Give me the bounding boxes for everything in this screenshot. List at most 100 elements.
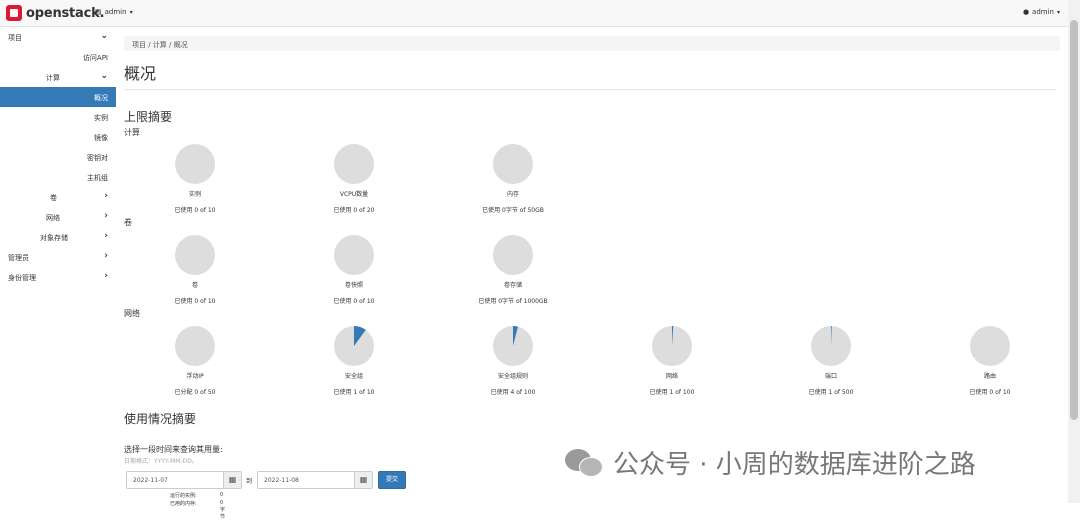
wechat-watermark: 公众号 · 小周的数据库进阶之路 xyxy=(565,444,976,481)
pie-label: 端口 xyxy=(824,373,837,380)
sidebar-item-object-store[interactable]: 对象存储 › xyxy=(0,227,116,247)
date-range-to-label: 到 xyxy=(246,478,253,485)
pie-background xyxy=(334,144,374,184)
sidebar-item-admin[interactable]: 管理员 › xyxy=(0,247,116,267)
sidebar-item-label: 对象存储 xyxy=(40,234,68,242)
sidebar-item-label: 计算 xyxy=(46,74,60,82)
sidebar-item-label: 网络 xyxy=(46,214,60,222)
calendar-icon[interactable]: ▦ xyxy=(223,472,241,488)
pie-chart xyxy=(811,326,851,366)
stat-active-instances: 运行的实例: 0 xyxy=(170,492,223,499)
pie-label: 卷快照 xyxy=(344,282,363,289)
page-scrollbar[interactable] xyxy=(1068,0,1080,503)
project-icon: ▤ xyxy=(95,8,102,16)
usage-summary-title: 使用情况摘要 xyxy=(124,412,197,426)
sidebar-item-overview[interactable]: 概况 xyxy=(0,87,116,107)
pie-chart xyxy=(493,326,533,366)
pie-usage: 已使用 1 of 10 xyxy=(333,389,375,396)
sidebar-item-label: 身份管理 xyxy=(8,274,36,282)
pie-label: 内存 xyxy=(506,191,519,198)
pie-usage: 已使用 1 of 500 xyxy=(808,389,854,396)
sidebar-item-server-groups[interactable]: 主机组 xyxy=(0,167,116,187)
pie-background xyxy=(970,326,1010,366)
pie-usage: 已使用 4 of 100 xyxy=(490,389,536,396)
sidebar-item-volumes[interactable]: 卷 › xyxy=(0,187,116,207)
sidebar-item-label: 主机组 xyxy=(87,174,108,182)
stat-active-ram: 已用的内存: 0字节 xyxy=(170,500,225,520)
sidebar-item-label: 实例 xyxy=(94,114,108,122)
project-selector[interactable]: ▤ admin ▾ xyxy=(95,8,133,16)
quota-pie-ram: 内存 已使用 0字节 of 50GB xyxy=(458,144,568,214)
pie-label: 浮动IP xyxy=(186,373,204,380)
sidebar-item-identity[interactable]: 身份管理 › xyxy=(0,267,116,287)
pie-chart xyxy=(175,235,215,275)
sidebar-item-instances[interactable]: 实例 xyxy=(0,107,116,127)
sidebar-item-label: 项目 xyxy=(8,34,22,42)
watermark-text: 公众号 · 小周的数据库进阶之路 xyxy=(613,450,976,480)
stat-label: 运行的实例: xyxy=(170,493,197,499)
pie-background xyxy=(175,235,215,275)
pie-label: VCPU数量 xyxy=(339,191,369,198)
quota-pie-networks: 网络 已使用 1 of 100 xyxy=(617,326,727,396)
scrollbar-thumb[interactable] xyxy=(1070,20,1078,420)
end-date-field[interactable]: 2022-11-08 ▦ xyxy=(257,471,373,489)
pie-usage: 已使用 0 of 10 xyxy=(333,298,375,305)
pie-background xyxy=(334,235,374,275)
breadcrumb[interactable]: 项目 / 计算 / 概况 xyxy=(124,36,1060,51)
sidebar-item-label: 管理员 xyxy=(8,254,29,262)
wechat-icon xyxy=(565,447,605,479)
pie-chart xyxy=(334,326,374,366)
user-icon: ● xyxy=(1022,8,1030,16)
group-title-volume: 卷 xyxy=(124,218,132,227)
sidebar-item-project[interactable]: 项目 ⌄ xyxy=(0,27,116,47)
sidebar-item-label: 镜像 xyxy=(94,134,108,142)
main-content: 项目 / 计算 / 概况 概况 上限摘要 计算 卷 网络 实例 已使用 0 of… xyxy=(124,27,1060,520)
pie-chart xyxy=(334,235,374,275)
quota-pie-vcpus: VCPU数量 已使用 0 of 20 xyxy=(299,144,409,214)
sidebar-item-network[interactable]: 网络 › xyxy=(0,207,116,227)
pie-label: 安全组 xyxy=(344,373,363,380)
sidebar-item-label: 密钥对 xyxy=(87,154,108,162)
sidebar-item-label: 访问API xyxy=(82,54,108,62)
end-date-value: 2022-11-08 xyxy=(264,477,299,484)
start-date-value: 2022-11-07 xyxy=(133,477,168,484)
group-title-compute: 计算 xyxy=(124,128,140,137)
calendar-icon[interactable]: ▦ xyxy=(354,472,372,488)
pie-label: 路由 xyxy=(983,373,996,380)
pie-chart xyxy=(334,144,374,184)
stat-label: 已用的内存: xyxy=(170,501,197,507)
usage-period-prompt: 选择一段时间来查询其用量: xyxy=(124,445,223,454)
user-menu[interactable]: ● admin ▾ xyxy=(1023,8,1060,16)
quota-pie-routers: 路由 已使用 0 of 10 xyxy=(935,326,1045,396)
top-navbar: openstack. ▤ admin ▾ ● admin ▾ xyxy=(0,0,1068,27)
caret-down-icon: ▾ xyxy=(129,8,133,16)
pie-chart xyxy=(652,326,692,366)
pie-background xyxy=(493,235,533,275)
caret-down-icon: ▾ xyxy=(1056,8,1060,16)
quota-pie-security-groups: 安全组 已使用 1 of 10 xyxy=(299,326,409,396)
sidebar-item-api-access[interactable]: 访问API xyxy=(0,47,116,67)
sidebar-item-key-pairs[interactable]: 密钥对 xyxy=(0,147,116,167)
quota-pie-volume-storage: 卷存储 已使用 0字节 of 1000GB xyxy=(458,235,568,305)
openstack-logo-icon xyxy=(6,5,22,21)
pie-usage: 已使用 0 of 10 xyxy=(969,389,1011,396)
start-date-field[interactable]: 2022-11-07 ▦ xyxy=(126,471,242,489)
page-title: 概况 xyxy=(124,64,157,83)
quota-pie-floating-ips: 浮动IP 已分配 0 of 50 xyxy=(140,326,250,396)
pie-background xyxy=(493,144,533,184)
quota-pie-instances: 实例 已使用 0 of 10 xyxy=(140,144,250,214)
sidebar-item-images[interactable]: 镜像 xyxy=(0,127,116,147)
quota-pie-volumes: 卷 已使用 0 of 10 xyxy=(140,235,250,305)
pie-chart xyxy=(493,144,533,184)
pie-usage: 已使用 0 of 10 xyxy=(174,207,216,214)
sidebar-item-compute[interactable]: 计算 ⌄ xyxy=(0,67,116,87)
pie-usage: 已使用 0字节 of 1000GB xyxy=(478,298,548,305)
submit-button[interactable]: 提交 xyxy=(378,471,406,489)
chevron-right-icon: › xyxy=(104,191,108,201)
date-format-hint: 日期格式：YYYY-MM-DD。 xyxy=(124,458,198,465)
sidebar: 项目 ⌄ 访问API 计算 ⌄ 概况 实例 镜像 密钥对 主机组 卷 › 网络 … xyxy=(0,27,116,503)
chevron-right-icon: › xyxy=(104,231,108,241)
pie-chart xyxy=(970,326,1010,366)
project-selector-label: admin xyxy=(104,8,127,16)
openstack-logo[interactable]: openstack. xyxy=(6,5,105,21)
